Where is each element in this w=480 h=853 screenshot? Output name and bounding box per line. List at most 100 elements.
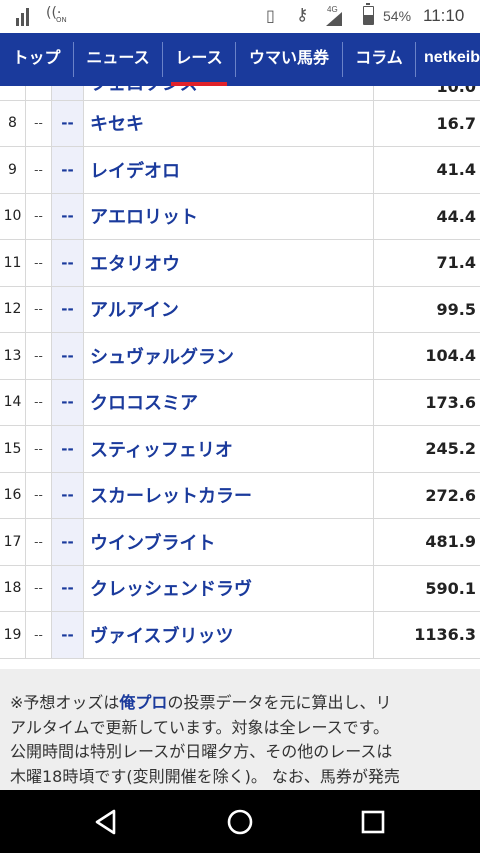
table-row[interactable]: 8 -- -- キセキ 16.7 [0,100,480,147]
horse-name[interactable]: エタリオウ [83,240,373,286]
main-nav: トップ ニュース レース ウマい馬券 コラム netkeib [0,33,480,86]
row-number: 9 [8,161,17,178]
row-number [0,86,25,100]
odds-value: 41.4 [373,147,480,193]
row-pick: -- [51,612,83,658]
row-mark: -- [25,286,51,332]
odds-value: 173.6 [373,379,480,425]
row-pick: -- [51,333,83,379]
horse-name[interactable]: スティッフェリオ [83,426,373,472]
row-number: 17 [3,533,22,550]
signal-icon [16,8,29,26]
row-number: 10 [3,208,22,225]
odds-value: 1136.3 [373,612,480,658]
orepro-link[interactable]: 俺プロ [119,693,167,712]
row-mark: -- [25,565,51,611]
battery-percent: 54% [383,8,412,24]
table-row[interactable]: 11 -- -- エタリオウ 71.4 [0,240,480,287]
footnote-line-2: アルタイムで更新しています。対象は全レースです。 [10,717,390,737]
nfc-icon: ((· ON [46,5,67,24]
footnote-line-1: ※予想オッズは俺プロの投票データを元に算出し、リ [10,691,464,716]
tab-top[interactable]: トップ [0,33,73,86]
table-row[interactable]: 15 -- -- スティッフェリオ 245.2 [0,426,480,473]
row-mark: -- [25,612,51,658]
odds-value: 16.7 [373,100,480,146]
odds-table: フェロソンス 10.0 8 -- -- キセキ 16.7 9 -- -- レイデ… [0,86,480,669]
row-mark: -- [25,240,51,286]
table-row[interactable]: 9 -- -- レイデオロ 41.4 [0,147,480,194]
table-row[interactable]: 12 -- -- アルアイン 99.5 [0,286,480,333]
tab-news[interactable]: ニュース [74,33,162,86]
vpn-key-icon: ⚷ [296,5,309,25]
horse-name[interactable]: フェロソンス [83,86,373,100]
recents-square-icon[interactable] [358,807,388,837]
row-pick: -- [51,426,83,472]
row-pick: -- [51,519,83,565]
horse-name[interactable]: クロコスミア [83,379,373,425]
table-row[interactable]: 17 -- -- ウインブライト 481.9 [0,519,480,566]
table-row[interactable]: 18 -- -- クレッシェンドラヴ 590.1 [0,565,480,612]
row-pick: -- [51,240,83,286]
horse-name[interactable]: ヴァイスブリッツ [83,612,373,658]
row-number: 14 [3,394,22,411]
battery-icon [363,3,374,25]
horse-name[interactable]: キセキ [83,100,373,146]
table-row[interactable]: 13 -- -- シュヴァルグラン 104.4 [0,333,480,380]
tab-netkeiba[interactable]: netkeib [416,33,480,86]
odds-value: 481.9 [373,519,480,565]
row-number: 19 [3,626,22,643]
odds-value: 590.1 [373,565,480,611]
row-mark: -- [25,379,51,425]
row-mark [25,86,51,100]
row-number: 18 [3,580,22,597]
table-row[interactable]: 19 -- -- ヴァイスブリッツ 1136.3 [0,612,480,659]
cellular-icon: 4G [323,5,345,26]
odds-footnote: ※予想オッズは俺プロの投票データを元に算出し、リ アルタイムで更新しています。対… [0,669,480,790]
back-triangle-icon[interactable] [92,807,122,837]
status-bar: ((· ON ▯ ⚷ 4G 54% 11:10 [0,0,480,33]
home-circle-icon[interactable] [225,807,255,837]
horse-name[interactable]: レイデオロ [83,147,373,193]
tab-umai-baken[interactable]: ウマい馬券 [236,33,342,86]
row-pick: -- [51,565,83,611]
table-row[interactable]: フェロソンス 10.0 [0,86,480,101]
horse-name[interactable]: ウインブライト [83,519,373,565]
footnote-line-3: 公開時間は特別レースが日曜夕方、その他のレースは [10,742,393,761]
row-pick: -- [51,472,83,518]
row-pick: -- [51,147,83,193]
odds-value: 44.4 [373,193,480,239]
table-row[interactable]: 16 -- -- スカーレットカラー 272.6 [0,472,480,519]
odds-value: 71.4 [373,240,480,286]
vibrate-icon: ▯ [266,6,275,25]
row-number: 8 [8,115,17,132]
odds-value: 104.4 [373,333,480,379]
horse-name[interactable]: クレッシェンドラヴ [83,565,373,611]
odds-value: 272.6 [373,472,480,518]
table-row[interactable]: 14 -- -- クロコスミア 173.6 [0,379,480,426]
row-number: 13 [3,347,22,364]
system-navigation-bar [0,790,480,853]
row-mark: -- [25,333,51,379]
row-mark: -- [25,426,51,472]
odds-value: 99.5 [373,286,480,332]
row-number: 11 [3,254,22,271]
horse-name[interactable]: アルアイン [83,286,373,332]
horse-name[interactable]: シュヴァルグラン [83,333,373,379]
footnote-prefix: ※予想オッズは [10,693,120,712]
tab-column[interactable]: コラム [343,33,415,86]
horse-name[interactable]: アエロリット [83,193,373,239]
row-mark: -- [25,519,51,565]
row-number: 12 [3,301,22,318]
row-pick: -- [51,193,83,239]
tab-race[interactable]: レース [163,33,235,86]
nfc-label: ON [56,16,67,24]
row-pick: -- [51,286,83,332]
row-number: 16 [3,487,22,504]
footnote-line-4: 木曜18時頃です(変則開催を除く)。 なお、馬券が発売 [10,766,400,786]
horse-name[interactable]: スカーレットカラー [83,472,373,518]
row-pick [51,86,83,100]
row-mark: -- [25,193,51,239]
table-row[interactable]: 10 -- -- アエロリット 44.4 [0,193,480,240]
screen: ((· ON ▯ ⚷ 4G 54% 11:10 トップ ニュース レース ウマい馬… [0,0,480,853]
row-mark: -- [25,147,51,193]
